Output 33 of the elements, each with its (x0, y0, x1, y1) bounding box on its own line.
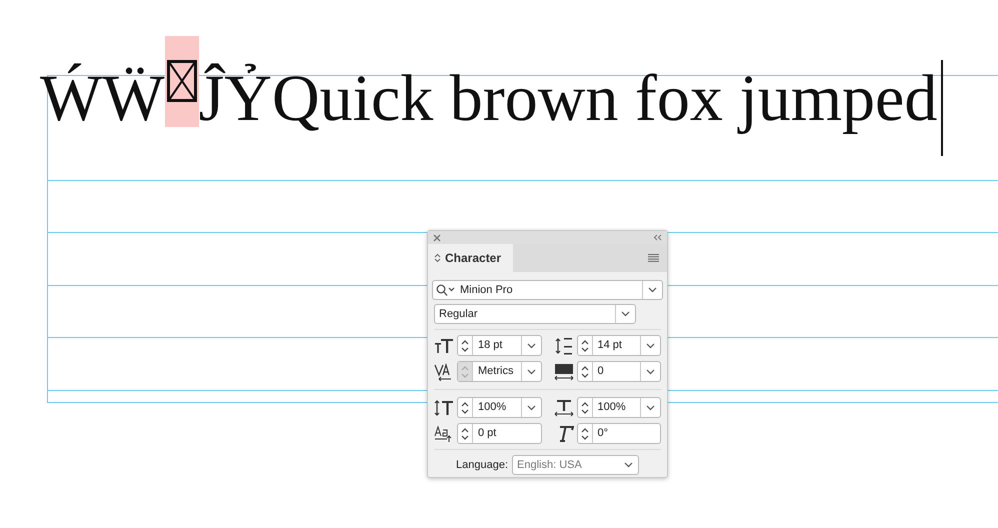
font-size-icon (434, 336, 454, 354)
close-icon[interactable] (433, 234, 441, 242)
baseline-shift-field[interactable]: 0 pt (457, 423, 542, 444)
chevron-down-icon[interactable] (526, 342, 536, 348)
chevron-down-icon[interactable] (646, 404, 655, 410)
horizontal-scale-field[interactable]: 100% (576, 397, 661, 418)
chevron-down-icon[interactable] (646, 342, 655, 348)
horizontal-scale-icon (554, 398, 574, 416)
kerning-field[interactable]: Metrics (457, 361, 542, 382)
chevron-down-icon[interactable] (646, 368, 655, 374)
chevron-down-icon[interactable] (621, 311, 630, 317)
chevron-down-icon[interactable] (526, 404, 536, 410)
baseline-shift-icon (434, 424, 454, 442)
skew-field[interactable]: 0° (576, 423, 661, 444)
font-family-dropdown[interactable]: Minion Pro (432, 280, 663, 300)
collapse-icon[interactable] (653, 234, 662, 241)
font-size-field[interactable]: 18 pt (457, 335, 542, 356)
up-down-arrows-icon (434, 253, 441, 263)
chevron-down-icon[interactable] (624, 462, 632, 468)
text-run: ĴỶQuick brown fox jumped (198, 61, 938, 132)
tracking-field[interactable]: 0 (576, 361, 661, 382)
panel-tab[interactable]: Character (428, 244, 514, 272)
vertical-scale-icon (434, 398, 454, 416)
kerning-icon (434, 362, 454, 380)
language-label: Language: (456, 458, 508, 473)
chevron-down-icon[interactable] (526, 368, 536, 374)
font-style-dropdown[interactable]: Regular (434, 304, 636, 324)
tracking-icon (554, 362, 574, 380)
leading-field[interactable]: 14 pt (576, 335, 661, 356)
language-dropdown[interactable]: English: USA (512, 455, 639, 475)
vertical-scale-field[interactable]: 100% (457, 397, 542, 418)
leading-icon (554, 336, 574, 354)
chevron-down-icon[interactable] (648, 287, 657, 293)
